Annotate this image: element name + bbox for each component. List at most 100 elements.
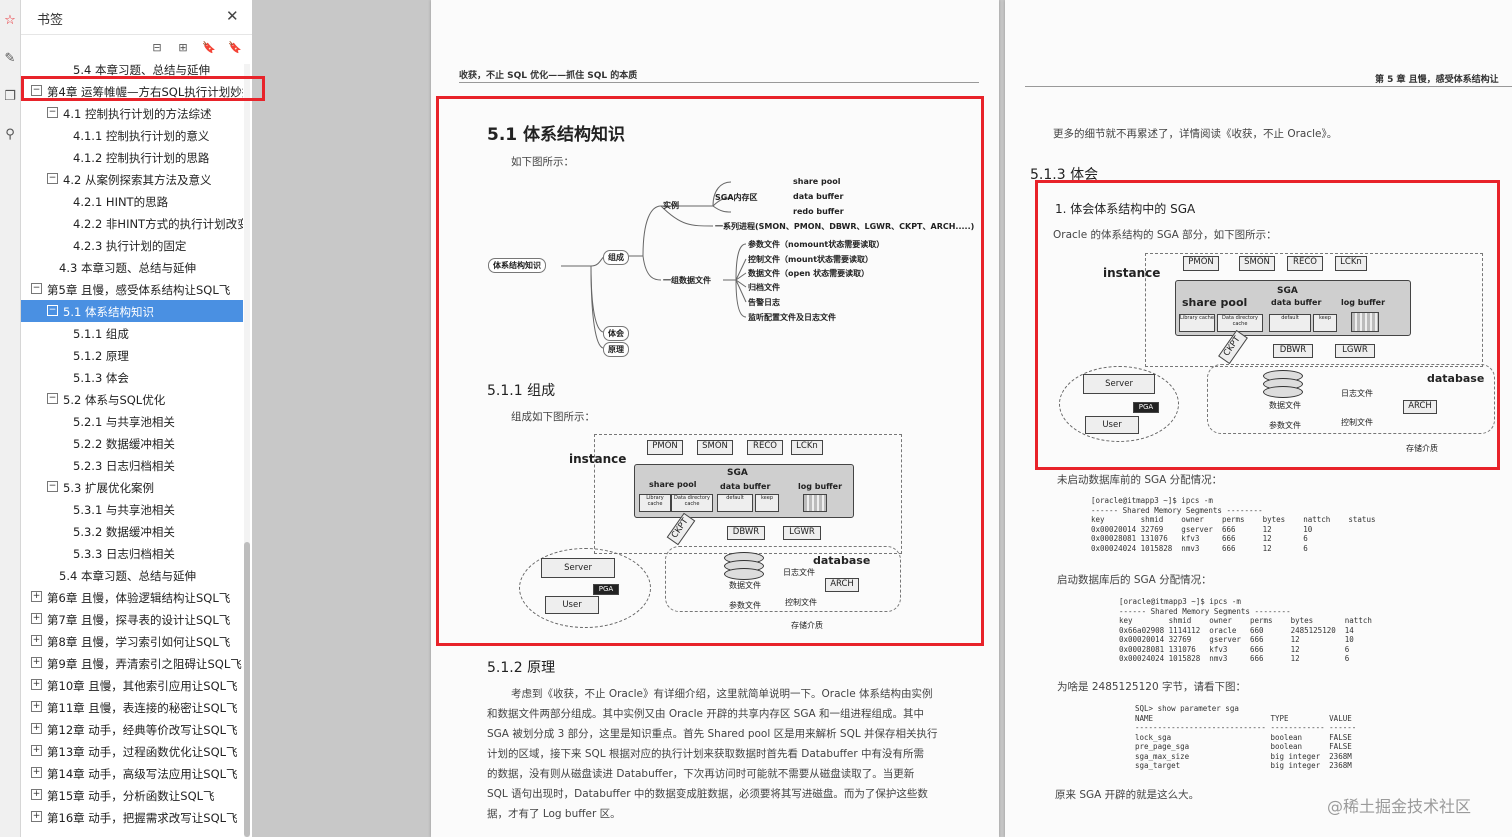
bookmark-item[interactable]: + 第15章 动手，分析函数让SQL飞 <box>21 784 243 806</box>
collapse-all-icon[interactable]: ⊟ <box>150 41 164 55</box>
bookmark-label: 第5章 且慢，感受体系结构让SQL飞 <box>47 283 231 297</box>
bookmark-label: 4.1.2 控制执行计划的思路 <box>73 151 210 165</box>
bookmark-item[interactable]: 5.4 本章习题、总结与延伸 <box>21 564 243 586</box>
bookmark-item[interactable]: −4.1 控制执行计划的方法综述 <box>21 102 243 124</box>
bookmark-icon[interactable]: 🔖 <box>228 41 242 55</box>
bookmark-item[interactable]: + 第6章 且慢，体验逻辑结构让SQL飞 <box>21 586 243 608</box>
para-line: 据，才有了 Log buffer 区。 <box>487 808 621 820</box>
bookmark-item[interactable]: −5.1 体系结构知识 <box>21 300 243 322</box>
text: 更多的细节就不再累述了，详情阅读《收获，不止 Oracle》。 <box>1053 128 1338 140</box>
text: 为啥是 2485125120 字节，请看下图： <box>1057 681 1246 693</box>
expand-icon[interactable]: + <box>31 767 42 778</box>
collapse-icon[interactable]: − <box>47 393 58 404</box>
collapse-icon[interactable]: − <box>47 107 58 118</box>
para-line: 和数据文件两部分组成。其中实例又由 Oracle 开辟的共享内存区 SGA 和一… <box>487 708 924 720</box>
bookmark-label: 第15章 动手，分析函数让SQL飞 <box>47 789 215 803</box>
annotate-icon[interactable]: ✎ <box>1 50 19 68</box>
bookmark-label: 第8章 且慢，学习索引如何让SQL飞 <box>47 635 231 649</box>
bookmark-item[interactable]: −5.3 扩展优化案例 <box>21 476 243 498</box>
bookmark-item[interactable]: 5.2.3 日志归档相关 <box>21 454 243 476</box>
add-bookmark-icon[interactable]: 🔖 <box>202 41 216 55</box>
bookmark-item[interactable]: −5.2 体系与SQL优化 <box>21 388 243 410</box>
expand-icon[interactable]: + <box>31 789 42 800</box>
collapse-icon[interactable]: − <box>47 305 58 316</box>
highlight-box <box>1035 180 1500 470</box>
bookmark-item[interactable]: + 第7章 且慢，探寻表的设计让SQL飞 <box>21 608 243 630</box>
bookmark-item[interactable]: + 第14章 动手，高级写法应用让SQL飞 <box>21 762 243 784</box>
bookmark-label: 5.1.2 原理 <box>73 349 129 363</box>
collapse-icon[interactable]: − <box>31 283 42 294</box>
bookmark-label: 第11章 且慢，表连接的秘密让SQL飞 <box>47 701 238 715</box>
bookmark-item[interactable]: + 第9章 且慢，弄清索引之阻碍让SQL飞 <box>21 652 243 674</box>
bookmark-label: 5.2 体系与SQL优化 <box>63 393 166 407</box>
panel-toolbar: ⊟ ⊞ 🔖 🔖 <box>21 35 252 63</box>
expand-icon[interactable]: + <box>31 701 42 712</box>
bookmark-item[interactable]: 4.3 本章习题、总结与延伸 <box>21 256 243 278</box>
bookmark-item[interactable]: + 第13章 动手，过程函数优化让SQL飞 <box>21 740 243 762</box>
bookmark-label: 4.3 本章习题、总结与延伸 <box>59 261 196 275</box>
pages-icon[interactable]: ❐ <box>1 88 19 106</box>
bookmark-item[interactable]: 5.2.1 与共享池相关 <box>21 410 243 432</box>
bookmark-label: 第10章 且慢，其他索引应用让SQL飞 <box>47 679 238 693</box>
header-rule <box>1025 86 1512 87</box>
bookmark-item[interactable]: 4.1.1 控制执行计划的意义 <box>21 124 243 146</box>
expand-icon[interactable]: + <box>31 591 42 602</box>
bookmark-item[interactable]: 4.2.1 HINT的思路 <box>21 190 243 212</box>
highlight-box <box>21 76 265 101</box>
para-line: 考虑到《收获，不止 Oracle》有详细介绍，这里就简单说明一下。Oracle … <box>511 688 933 700</box>
text: 未启动数据库前的 SGA 分配情况： <box>1057 474 1223 486</box>
bookmark-item[interactable]: + 第8章 且慢，学习索引如何让SQL飞 <box>21 630 243 652</box>
page-header: 收获，不止 SQL 优化——抓住 SQL 的本质 <box>459 71 638 81</box>
bookmark-item[interactable]: + 第10章 且慢，其他索引应用让SQL飞 <box>21 674 243 696</box>
bookmark-label: 4.2.3 执行计划的固定 <box>73 239 187 253</box>
bookmark-label: 5.1.1 组成 <box>73 327 129 341</box>
bookmark-star-icon[interactable]: ☆ <box>1 12 19 30</box>
bookmark-item[interactable]: 4.2.2 非HINT方式的执行计划改变 <box>21 212 243 234</box>
bookmark-item[interactable]: −4.2 从案例探索其方法及意义 <box>21 168 243 190</box>
page-right: 第 5 章 且慢，感受体系结构让 更多的细节就不再累述了，详情阅读《收获，不止 … <box>1005 0 1512 837</box>
expand-icon[interactable]: + <box>31 745 42 756</box>
bookmark-tree: 5.4 本章习题、总结与延伸 − 第4章 运筹帷幄—方右SQL执行计划妙招 −4.1 … <box>21 64 243 837</box>
bookmark-item[interactable]: + 第12章 动手，经典等价改写让SQL飞 <box>21 718 243 740</box>
bookmark-label: 5.1.3 体会 <box>73 371 129 385</box>
bookmark-item[interactable]: − 第5章 且慢，感受体系结构让SQL飞 <box>21 278 243 300</box>
collapse-icon[interactable]: − <box>47 481 58 492</box>
para-line: 计划的区域，接下来 SQL 根据对应的执行计划来获取数据时首先看 Databuf… <box>487 748 925 760</box>
bookmark-item[interactable]: 5.3.3 日志归档相关 <box>21 542 243 564</box>
highlight-box <box>436 96 984 646</box>
panel-title: 书签 <box>37 13 64 28</box>
expand-icon[interactable]: + <box>31 811 42 822</box>
para-line: 的数据，没有则从磁盘读进 Databuffer，下次再访问时可能就不需要从磁盘读… <box>487 768 915 780</box>
expand-all-icon[interactable]: ⊞ <box>176 41 190 55</box>
expand-icon[interactable]: + <box>31 635 42 646</box>
expand-icon[interactable]: + <box>31 679 42 690</box>
bookmark-item[interactable]: + 第16章 动手，把握需求改写让SQL飞 <box>21 806 243 828</box>
bookmark-item[interactable]: 5.1.3 体会 <box>21 366 243 388</box>
bookmark-item[interactable]: 5.1.1 组成 <box>21 322 243 344</box>
close-icon[interactable]: ✕ <box>226 7 239 25</box>
bookmark-item[interactable]: 5.1.2 原理 <box>21 344 243 366</box>
expand-icon[interactable]: + <box>31 613 42 624</box>
search-icon[interactable]: ⚲ <box>1 126 19 144</box>
bookmark-label: 5.2.2 数据缓冲相关 <box>73 437 175 451</box>
expand-icon[interactable]: + <box>31 723 42 734</box>
bookmark-item[interactable]: 5.3.1 与共享池相关 <box>21 498 243 520</box>
bookmark-item[interactable]: 5.3.2 数据缓冲相关 <box>21 520 243 542</box>
bookmark-label: 5.2.1 与共享池相关 <box>73 415 175 429</box>
para-line: SGA 被划分成 3 部分，这里是知识重点。首先 Shared pool 区是用… <box>487 728 938 740</box>
text: 原来 SGA 开辟的就是这么大。 <box>1055 789 1200 801</box>
bookmark-label: 4.2 从案例探索其方法及意义 <box>63 173 212 187</box>
bookmark-item[interactable]: 5.2.2 数据缓冲相关 <box>21 432 243 454</box>
bookmark-label: 第6章 且慢，体验逻辑结构让SQL飞 <box>47 591 231 605</box>
bookmark-label: 第16章 动手，把握需求改写让SQL飞 <box>47 811 238 825</box>
collapse-icon[interactable]: − <box>47 173 58 184</box>
bookmark-item[interactable]: 4.2.3 执行计划的固定 <box>21 234 243 256</box>
bookmark-label: 4.2.1 HINT的思路 <box>73 195 169 209</box>
para-line: SQL 语句出现时，Databuffer 中的数据变成脏数据，必须要将其写进磁盘… <box>487 788 928 800</box>
expand-icon[interactable]: + <box>31 657 42 668</box>
bookmark-label: 5.1 体系结构知识 <box>63 305 154 319</box>
bookmark-item[interactable]: + 第11章 且慢，表连接的秘密让SQL飞 <box>21 696 243 718</box>
side-toolbar: ☆ ✎ ❐ ⚲ <box>0 0 21 837</box>
scrollbar-thumb[interactable] <box>244 542 250 837</box>
bookmark-item[interactable]: 4.1.2 控制执行计划的思路 <box>21 146 243 168</box>
